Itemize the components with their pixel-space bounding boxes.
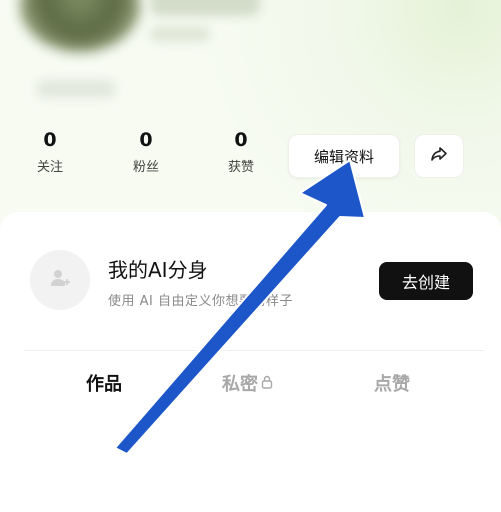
stat-followers[interactable]: 0 粉丝 bbox=[116, 128, 176, 175]
stat-followers-label: 粉丝 bbox=[132, 160, 159, 175]
stat-likes-received[interactable]: 0 获赞 bbox=[211, 128, 271, 175]
tab-private-label: 私密 bbox=[222, 374, 258, 395]
ai-clone-subtitle: 使用 AI 自由定义你想要的样子 bbox=[108, 294, 293, 309]
tab-works-label: 作品 bbox=[86, 374, 122, 395]
bio-blurred bbox=[36, 80, 116, 98]
ai-clone-title: 我的AI分身 bbox=[108, 258, 208, 282]
ai-avatar[interactable] bbox=[30, 250, 90, 310]
user-plus-icon bbox=[48, 266, 72, 294]
stat-following-count: 0 bbox=[43, 129, 57, 151]
lock-icon bbox=[261, 373, 273, 394]
create-ai-clone-button[interactable]: 去创建 bbox=[379, 262, 473, 300]
stat-followers-count: 0 bbox=[139, 129, 153, 151]
tab-private[interactable]: 私密 bbox=[222, 370, 273, 396]
username-blurred bbox=[150, 0, 260, 16]
tab-likes[interactable]: 点赞 bbox=[374, 370, 410, 396]
stat-following[interactable]: 0 关注 bbox=[20, 128, 80, 175]
stat-likes-count: 0 bbox=[234, 129, 248, 151]
stat-following-label: 关注 bbox=[36, 160, 63, 175]
share-arrow-icon bbox=[429, 144, 449, 168]
tab-works[interactable]: 作品 bbox=[84, 370, 130, 396]
edit-profile-button[interactable]: 编辑资料 bbox=[288, 134, 400, 178]
stat-likes-label: 获赞 bbox=[227, 160, 254, 175]
share-button[interactable] bbox=[414, 134, 464, 178]
divider bbox=[24, 350, 484, 351]
user-id-blurred bbox=[150, 26, 210, 42]
